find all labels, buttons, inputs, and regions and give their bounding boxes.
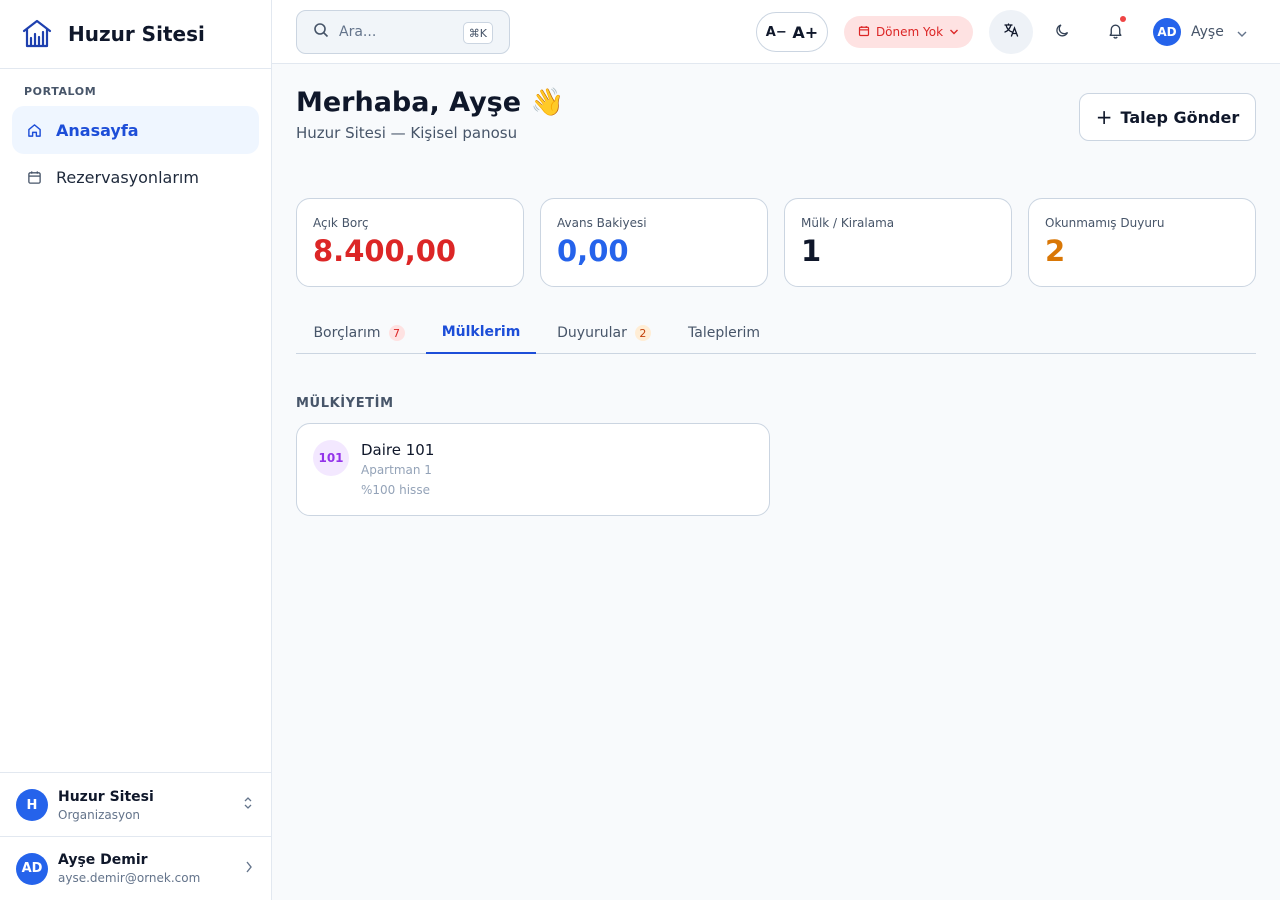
page-title: Merhaba, Ayşe 👋 xyxy=(296,87,565,118)
tab-label: Taleplerim xyxy=(688,325,760,341)
stat-label: Açık Borç xyxy=(313,216,369,230)
stat-label: Okunmamış Duyuru xyxy=(1045,216,1165,230)
chevron-right-icon xyxy=(245,860,253,878)
stat-card-open-debt: Açık Borç 8.400,00 xyxy=(296,198,524,287)
tab-label: Duyurular xyxy=(557,325,627,341)
search-shortcut: ⌘K xyxy=(462,22,493,44)
bell-icon xyxy=(1107,22,1124,43)
topbar: Ara... ⌘K A− A+ Dönem Yok AD Ayşe xyxy=(272,0,1280,64)
period-label: Dönem Yok xyxy=(875,25,944,39)
search-input[interactable]: Ara... ⌘K xyxy=(296,10,510,54)
building-logo-icon xyxy=(20,17,54,51)
plus-icon: + xyxy=(1095,105,1113,129)
send-request-label: Talep Gönder xyxy=(1120,107,1240,127)
home-icon xyxy=(26,122,42,138)
org-name: Huzur Sitesi xyxy=(58,788,154,805)
property-card[interactable]: 101 Daire 101 Apartman 1 %100 hisse xyxy=(296,423,770,516)
chevron-updown-icon xyxy=(243,796,253,814)
search-icon xyxy=(313,22,329,42)
stat-label: Mülk / Kiralama xyxy=(801,216,895,230)
user-email: ayse.demir@ornek.com xyxy=(58,871,201,885)
stat-value: 2 xyxy=(1045,234,1066,268)
send-request-button[interactable]: + Talep Gönder xyxy=(1079,93,1256,141)
tab-bar: Borçlarım 7 Mülklerim Duyurular 2 Talepl… xyxy=(296,312,1256,354)
calendar-icon xyxy=(858,25,870,40)
property-building: Apartman 1 xyxy=(361,463,432,477)
stat-value: 1 xyxy=(801,234,822,268)
sidebar-item-reservations[interactable]: Rezervasyonlarım xyxy=(12,153,259,201)
sidebar-item-label: Anasayfa xyxy=(56,120,139,140)
stat-value: 8.400,00 xyxy=(313,234,457,268)
brand-name: Huzur Sitesi xyxy=(68,22,205,46)
unit-badge: 101 xyxy=(313,440,349,476)
period-selector[interactable]: Dönem Yok xyxy=(844,16,973,48)
stat-card-advance-balance: Avans Bakiyesi 0,00 xyxy=(540,198,768,287)
count-badge: 2 xyxy=(634,325,651,341)
count-badge: 7 xyxy=(388,325,405,341)
tab-label: Borçlarım xyxy=(313,325,381,341)
stat-value: 0,00 xyxy=(557,234,629,268)
user-name: Ayşe xyxy=(1191,24,1224,40)
calendar-icon xyxy=(26,169,42,185)
avatar: AD xyxy=(1153,18,1181,46)
notifications-button[interactable] xyxy=(1093,10,1137,54)
org-type: Organizasyon xyxy=(58,807,141,822)
org-switcher[interactable]: H Huzur Sitesi Organizasyon xyxy=(0,772,271,837)
property-share: %100 hisse xyxy=(361,483,430,497)
sidebar-item-label: Rezervasyonlarım xyxy=(56,167,199,187)
user-fullname: Ayşe Demir xyxy=(58,852,148,868)
section-heading: MÜLKİYETİM xyxy=(296,396,394,411)
stat-card-properties: Mülk / Kiralama 1 xyxy=(784,198,1012,287)
page-subtitle: Huzur Sitesi — Kişisel panosu xyxy=(296,124,518,142)
chevron-down-icon xyxy=(1236,23,1248,42)
font-increase-button[interactable]: A+ xyxy=(792,23,818,42)
translate-icon xyxy=(1003,22,1019,42)
sidebar: Huzur Sitesi PORTALOM Anasayfa Rezervasy… xyxy=(0,0,272,900)
theme-toggle-button[interactable] xyxy=(1041,10,1085,54)
stat-card-unread-announcements: Okunmamış Duyuru 2 xyxy=(1028,198,1256,287)
user-menu[interactable]: AD Ayşe xyxy=(1153,18,1248,46)
font-size-controls: A− A+ xyxy=(756,12,828,52)
sidebar-item-home[interactable]: Anasayfa xyxy=(12,106,259,154)
language-button[interactable] xyxy=(989,10,1033,54)
org-avatar: H xyxy=(16,789,48,821)
avatar: AD xyxy=(16,852,48,885)
property-title: Daire 101 xyxy=(361,441,435,459)
tab-label: Mülklerim xyxy=(441,324,521,340)
tab-requests[interactable]: Taleplerim xyxy=(672,312,776,354)
tab-properties[interactable]: Mülklerim xyxy=(426,312,536,354)
font-decrease-button[interactable]: A− xyxy=(766,25,787,40)
tab-debts[interactable]: Borçlarım 7 xyxy=(296,312,422,354)
moon-icon xyxy=(1055,22,1071,42)
sidebar-user-card[interactable]: AD Ayşe Demir ayse.demir@ornek.com xyxy=(0,836,271,900)
chevron-down-icon xyxy=(949,25,959,39)
stat-label: Avans Bakiyesi xyxy=(557,216,647,230)
brand[interactable]: Huzur Sitesi xyxy=(0,0,271,69)
tab-announcements[interactable]: Duyurular 2 xyxy=(540,312,668,354)
nav-section-label: PORTALOM xyxy=(24,85,97,98)
notification-dot xyxy=(1120,16,1126,22)
search-placeholder: Ara... xyxy=(339,24,377,40)
